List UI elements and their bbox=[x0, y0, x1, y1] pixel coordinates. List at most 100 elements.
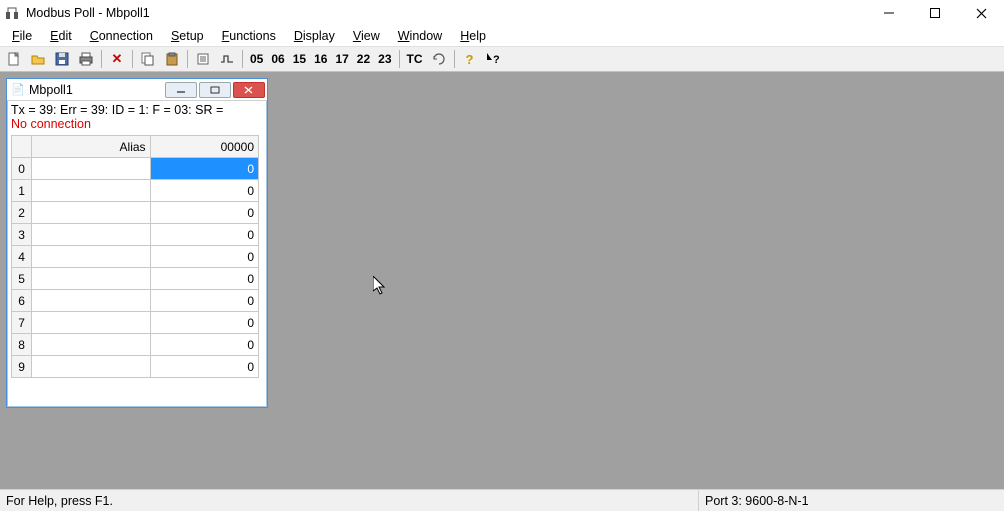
row-header[interactable]: 6 bbox=[12, 290, 32, 312]
value-cell[interactable]: 0 bbox=[150, 356, 258, 378]
value-cell[interactable]: 0 bbox=[150, 202, 258, 224]
alias-cell[interactable] bbox=[32, 268, 150, 290]
func-06[interactable]: 06 bbox=[267, 48, 288, 70]
alias-cell[interactable] bbox=[32, 356, 150, 378]
row-header[interactable]: 8 bbox=[12, 334, 32, 356]
toolbar: ✕ 05 06 15 16 17 22 23 TC ? ? bbox=[0, 46, 1004, 72]
menu-file[interactable]: File bbox=[4, 27, 40, 45]
row-header[interactable]: 5 bbox=[12, 268, 32, 290]
app-icon bbox=[4, 5, 20, 21]
menu-window[interactable]: Window bbox=[390, 27, 450, 45]
table-row[interactable]: 20 bbox=[12, 202, 259, 224]
value-cell[interactable]: 0 bbox=[150, 158, 258, 180]
table-row[interactable]: 70 bbox=[12, 312, 259, 334]
alias-cell[interactable] bbox=[32, 224, 150, 246]
value-cell[interactable]: 0 bbox=[150, 224, 258, 246]
alias-cell[interactable] bbox=[32, 180, 150, 202]
table-row[interactable]: 30 bbox=[12, 224, 259, 246]
child-maximize-button[interactable] bbox=[199, 82, 231, 98]
settings-icon[interactable] bbox=[192, 48, 214, 70]
minimize-button[interactable] bbox=[866, 0, 912, 26]
menu-view[interactable]: View bbox=[345, 27, 388, 45]
toolbar-separator bbox=[454, 50, 455, 68]
child-status: Tx = 39: Err = 39: ID = 1: F = 03: SR = … bbox=[7, 101, 267, 133]
mdi-client-area: 📄 Mbpoll1 Tx = 39: Err = 39: ID = 1: F =… bbox=[0, 72, 1004, 489]
copy-icon[interactable] bbox=[137, 48, 159, 70]
child-minimize-button[interactable] bbox=[165, 82, 197, 98]
func-23[interactable]: 23 bbox=[374, 48, 395, 70]
title-bar: Modbus Poll - Mbpoll1 bbox=[0, 0, 1004, 26]
toolbar-separator bbox=[132, 50, 133, 68]
func-22[interactable]: 22 bbox=[353, 48, 374, 70]
value-cell[interactable]: 0 bbox=[150, 334, 258, 356]
open-icon[interactable] bbox=[27, 48, 49, 70]
menu-display[interactable]: Display bbox=[286, 27, 343, 45]
menu-edit[interactable]: Edit bbox=[42, 27, 80, 45]
about-icon[interactable]: ? bbox=[459, 48, 481, 70]
pulse-icon[interactable] bbox=[216, 48, 238, 70]
func-05[interactable]: 05 bbox=[246, 48, 267, 70]
window-title: Modbus Poll - Mbpoll1 bbox=[26, 6, 150, 20]
table-row[interactable]: 00 bbox=[12, 158, 259, 180]
row-header[interactable]: 0 bbox=[12, 158, 32, 180]
context-help-icon[interactable]: ? bbox=[483, 48, 505, 70]
toolbar-separator bbox=[101, 50, 102, 68]
func-16[interactable]: 16 bbox=[310, 48, 331, 70]
status-help-text: For Help, press F1. bbox=[6, 494, 113, 508]
alias-cell[interactable] bbox=[32, 334, 150, 356]
menu-connection[interactable]: Connection bbox=[82, 27, 161, 45]
menu-bar: File Edit Connection Setup Functions Dis… bbox=[0, 26, 1004, 46]
menu-functions[interactable]: Functions bbox=[214, 27, 284, 45]
toolbar-separator bbox=[399, 50, 400, 68]
child-close-button[interactable] bbox=[233, 82, 265, 98]
alias-cell[interactable] bbox=[32, 246, 150, 268]
col-header-alias[interactable]: Alias bbox=[32, 136, 150, 158]
child-window-icon: 📄 bbox=[11, 83, 25, 97]
row-header[interactable]: 3 bbox=[12, 224, 32, 246]
func-17[interactable]: 17 bbox=[331, 48, 352, 70]
tc-button[interactable]: TC bbox=[403, 48, 427, 70]
value-cell[interactable]: 0 bbox=[150, 246, 258, 268]
table-row[interactable]: 50 bbox=[12, 268, 259, 290]
value-cell[interactable]: 0 bbox=[150, 180, 258, 202]
close-button[interactable] bbox=[958, 0, 1004, 26]
table-row[interactable]: 80 bbox=[12, 334, 259, 356]
save-icon[interactable] bbox=[51, 48, 73, 70]
value-cell[interactable]: 0 bbox=[150, 312, 258, 334]
child-title-bar[interactable]: 📄 Mbpoll1 bbox=[7, 79, 267, 101]
alias-cell[interactable] bbox=[32, 158, 150, 180]
menu-setup[interactable]: Setup bbox=[163, 27, 212, 45]
row-header[interactable]: 9 bbox=[12, 356, 32, 378]
maximize-button[interactable] bbox=[912, 0, 958, 26]
toolbar-separator bbox=[242, 50, 243, 68]
alias-cell[interactable] bbox=[32, 202, 150, 224]
alias-cell[interactable] bbox=[32, 290, 150, 312]
svg-text:?: ? bbox=[493, 54, 500, 66]
row-header[interactable]: 2 bbox=[12, 202, 32, 224]
connection-status: No connection bbox=[11, 117, 263, 131]
table-row[interactable]: 60 bbox=[12, 290, 259, 312]
print-icon[interactable] bbox=[75, 48, 97, 70]
paste-icon[interactable] bbox=[161, 48, 183, 70]
row-header[interactable]: 7 bbox=[12, 312, 32, 334]
corner-header bbox=[12, 136, 32, 158]
disconnect-icon[interactable]: ✕ bbox=[106, 48, 128, 70]
value-cell[interactable]: 0 bbox=[150, 268, 258, 290]
new-icon[interactable] bbox=[3, 48, 25, 70]
toolbar-separator bbox=[187, 50, 188, 68]
table-row[interactable]: 10 bbox=[12, 180, 259, 202]
func-15[interactable]: 15 bbox=[289, 48, 310, 70]
register-table[interactable]: Alias 00000 00102030405060708090 bbox=[11, 135, 259, 378]
table-row[interactable]: 40 bbox=[12, 246, 259, 268]
value-cell[interactable]: 0 bbox=[150, 290, 258, 312]
table-row[interactable]: 90 bbox=[12, 356, 259, 378]
row-header[interactable]: 4 bbox=[12, 246, 32, 268]
menu-help[interactable]: Help bbox=[452, 27, 494, 45]
child-window-title: Mbpoll1 bbox=[29, 83, 73, 97]
tx-status-line: Tx = 39: Err = 39: ID = 1: F = 03: SR = bbox=[11, 103, 263, 117]
refresh-icon[interactable] bbox=[428, 48, 450, 70]
row-header[interactable]: 1 bbox=[12, 180, 32, 202]
child-window-mbpoll1[interactable]: 📄 Mbpoll1 Tx = 39: Err = 39: ID = 1: F =… bbox=[6, 78, 268, 408]
alias-cell[interactable] bbox=[32, 312, 150, 334]
col-header-value[interactable]: 00000 bbox=[150, 136, 258, 158]
